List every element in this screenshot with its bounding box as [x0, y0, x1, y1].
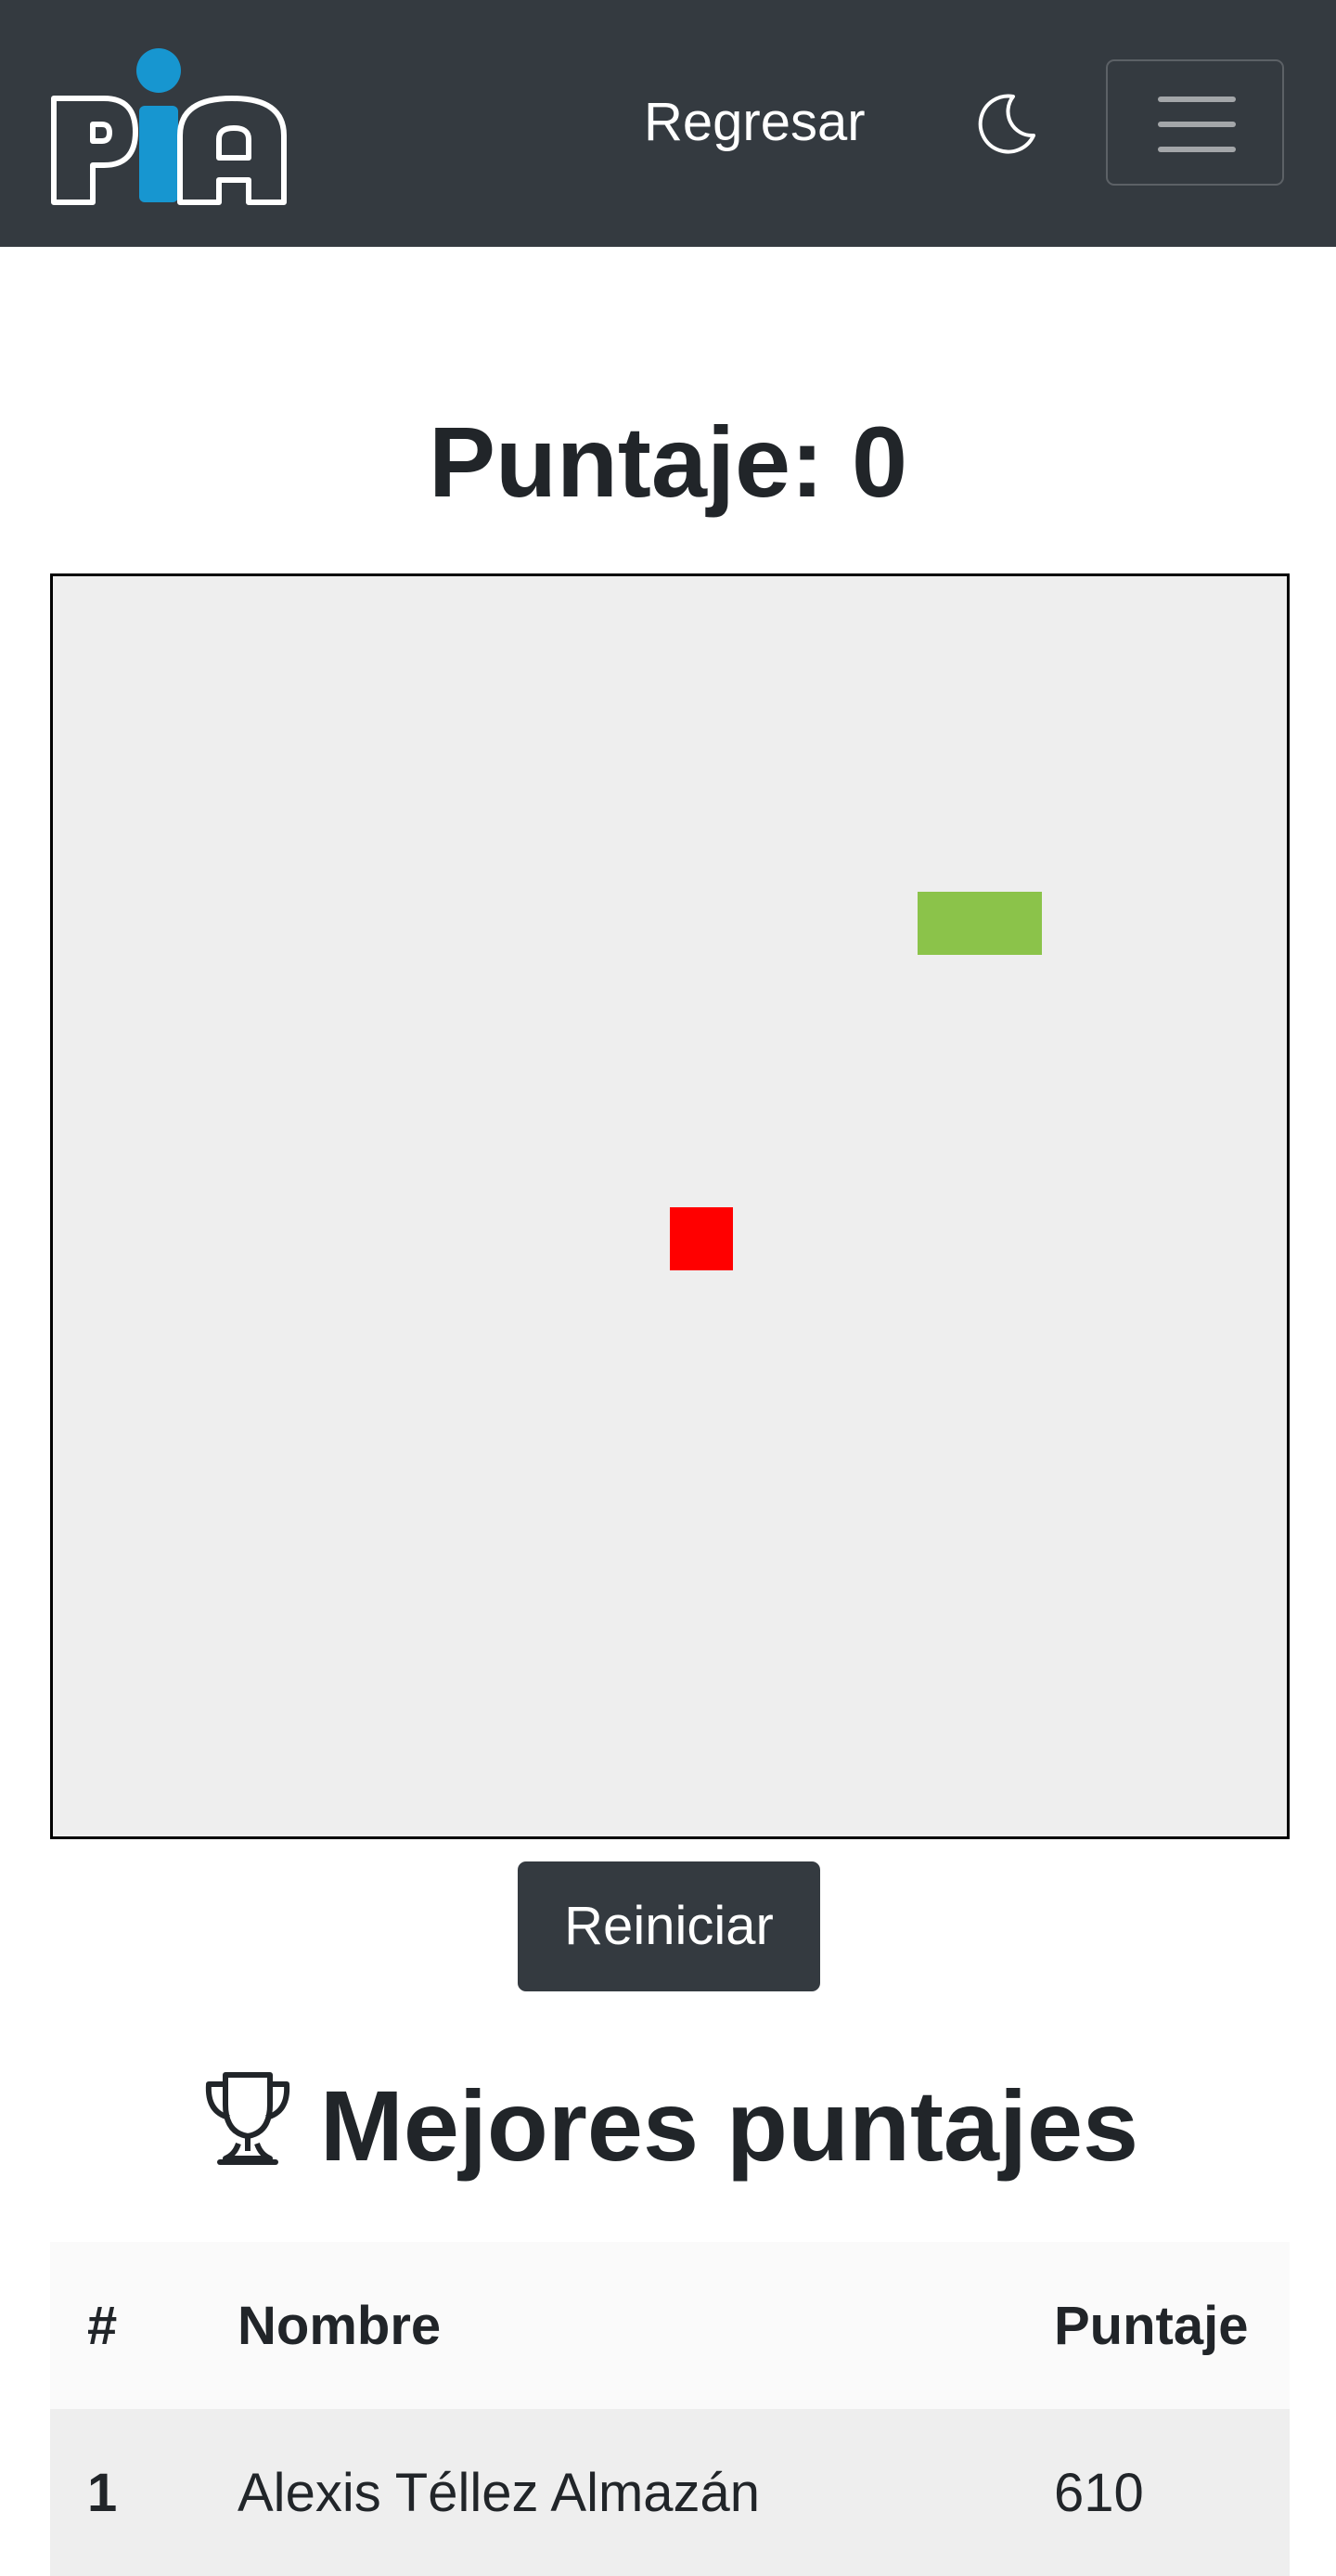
row-score: 610	[1054, 2462, 1144, 2523]
navbar: Regresar	[0, 0, 1336, 247]
snake-segment	[918, 892, 1042, 955]
column-header-name: Nombre	[238, 2295, 442, 2356]
row-rank: 1	[87, 2462, 118, 2523]
column-header-rank: #	[87, 2295, 118, 2356]
column-header-score: Puntaje	[1054, 2295, 1249, 2356]
back-link[interactable]: Regresar	[644, 89, 866, 156]
food-item	[670, 1207, 733, 1270]
trophy-icon	[205, 2072, 289, 2165]
moon-icon[interactable]	[974, 89, 1041, 156]
leaderboard-table: # Nombre Puntaje 1 Alexis Téllez Almazán…	[50, 2242, 1290, 2576]
hamburger-menu-icon	[1158, 97, 1236, 102]
menu-toggle-button[interactable]	[1106, 59, 1284, 186]
score-display: Puntaje: 0	[428, 406, 908, 518]
row-name: Alexis Téllez Almazán	[238, 2462, 761, 2523]
pia-logo[interactable]	[50, 43, 289, 206]
leaderboard-title-text: Mejores puntajes	[319, 2069, 1139, 2182]
game-board[interactable]	[50, 573, 1290, 1839]
table-header-row: # Nombre Puntaje	[50, 2242, 1290, 2409]
restart-button[interactable]: Reiniciar	[518, 1861, 820, 1991]
table-row: 1 Alexis Téllez Almazán 610	[50, 2409, 1290, 2576]
leaderboard-title: Mejores puntajes	[0, 2067, 1336, 2183]
